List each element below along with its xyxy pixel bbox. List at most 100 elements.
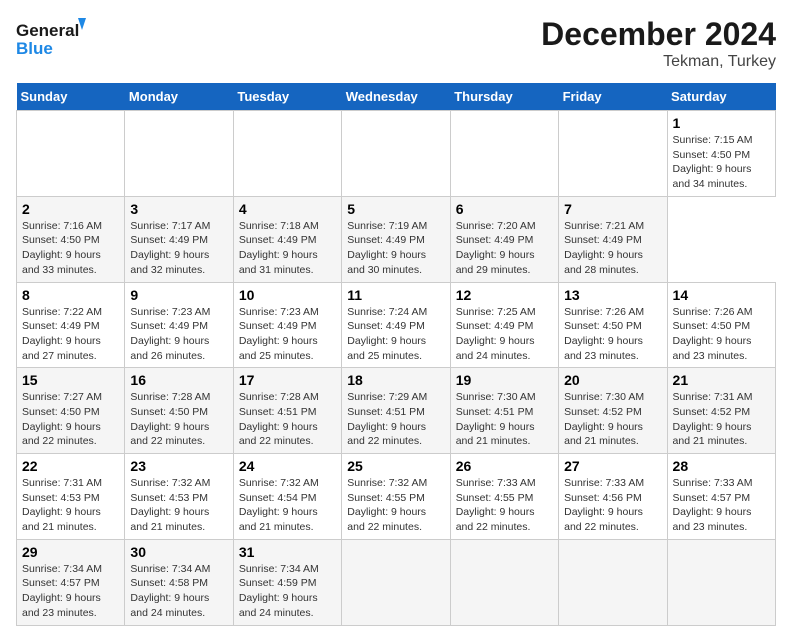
- empty-cell: [342, 539, 450, 625]
- calendar-week-4: 15 Sunrise: 7:27 AMSunset: 4:50 PMDaylig…: [17, 368, 776, 454]
- day-number: 16: [130, 372, 227, 388]
- empty-cell: [233, 111, 341, 197]
- day-number: 9: [130, 287, 227, 303]
- day-number: 5: [347, 201, 444, 217]
- day-header-wednesday: Wednesday: [342, 83, 450, 111]
- day-cell-5: 5 Sunrise: 7:19 AMSunset: 4:49 PMDayligh…: [342, 196, 450, 282]
- day-cell-7: 7 Sunrise: 7:21 AMSunset: 4:49 PMDayligh…: [559, 196, 667, 282]
- day-cell-17: 17 Sunrise: 7:28 AMSunset: 4:51 PMDaylig…: [233, 368, 341, 454]
- day-info: Sunrise: 7:26 AMSunset: 4:50 PMDaylight:…: [673, 306, 753, 362]
- day-headers: SundayMondayTuesdayWednesdayThursdayFrid…: [17, 83, 776, 111]
- day-number: 26: [456, 458, 553, 474]
- day-cell-16: 16 Sunrise: 7:28 AMSunset: 4:50 PMDaylig…: [125, 368, 233, 454]
- day-number: 31: [239, 544, 336, 560]
- day-info: Sunrise: 7:19 AMSunset: 4:49 PMDaylight:…: [347, 220, 427, 276]
- location: Tekman, Turkey: [541, 53, 776, 71]
- day-info: Sunrise: 7:23 AMSunset: 4:49 PMDaylight:…: [130, 306, 210, 362]
- day-header-tuesday: Tuesday: [233, 83, 341, 111]
- day-info: Sunrise: 7:26 AMSunset: 4:50 PMDaylight:…: [564, 306, 644, 362]
- day-number: 28: [673, 458, 770, 474]
- calendar-week-1: 1 Sunrise: 7:15 AMSunset: 4:50 PMDayligh…: [17, 111, 776, 197]
- logo: General Blue: [16, 16, 86, 66]
- day-cell-6: 6 Sunrise: 7:20 AMSunset: 4:49 PMDayligh…: [450, 196, 558, 282]
- day-info: Sunrise: 7:32 AMSunset: 4:53 PMDaylight:…: [130, 477, 210, 533]
- day-info: Sunrise: 7:22 AMSunset: 4:49 PMDaylight:…: [22, 306, 102, 362]
- day-info: Sunrise: 7:28 AMSunset: 4:50 PMDaylight:…: [130, 391, 210, 447]
- day-cell-11: 11 Sunrise: 7:24 AMSunset: 4:49 PMDaylig…: [342, 282, 450, 368]
- day-number: 12: [456, 287, 553, 303]
- day-info: Sunrise: 7:30 AMSunset: 4:52 PMDaylight:…: [564, 391, 644, 447]
- empty-cell: [17, 111, 125, 197]
- day-number: 2: [22, 201, 119, 217]
- empty-cell: [450, 539, 558, 625]
- day-cell-20: 20 Sunrise: 7:30 AMSunset: 4:52 PMDaylig…: [559, 368, 667, 454]
- day-cell-22: 22 Sunrise: 7:31 AMSunset: 4:53 PMDaylig…: [17, 454, 125, 540]
- day-cell-25: 25 Sunrise: 7:32 AMSunset: 4:55 PMDaylig…: [342, 454, 450, 540]
- empty-cell: [559, 539, 667, 625]
- svg-text:General: General: [16, 21, 79, 40]
- day-info: Sunrise: 7:34 AMSunset: 4:57 PMDaylight:…: [22, 563, 102, 619]
- day-info: Sunrise: 7:28 AMSunset: 4:51 PMDaylight:…: [239, 391, 319, 447]
- day-number: 14: [673, 287, 770, 303]
- calendar-week-5: 22 Sunrise: 7:31 AMSunset: 4:53 PMDaylig…: [17, 454, 776, 540]
- day-number: 13: [564, 287, 661, 303]
- day-cell-26: 26 Sunrise: 7:33 AMSunset: 4:55 PMDaylig…: [450, 454, 558, 540]
- empty-cell: [342, 111, 450, 197]
- day-cell-24: 24 Sunrise: 7:32 AMSunset: 4:54 PMDaylig…: [233, 454, 341, 540]
- day-cell-13: 13 Sunrise: 7:26 AMSunset: 4:50 PMDaylig…: [559, 282, 667, 368]
- day-cell-23: 23 Sunrise: 7:32 AMSunset: 4:53 PMDaylig…: [125, 454, 233, 540]
- day-info: Sunrise: 7:21 AMSunset: 4:49 PMDaylight:…: [564, 220, 644, 276]
- day-cell-12: 12 Sunrise: 7:25 AMSunset: 4:49 PMDaylig…: [450, 282, 558, 368]
- day-cell-4: 4 Sunrise: 7:18 AMSunset: 4:49 PMDayligh…: [233, 196, 341, 282]
- day-number: 18: [347, 372, 444, 388]
- empty-cell: [559, 111, 667, 197]
- day-cell-19: 19 Sunrise: 7:30 AMSunset: 4:51 PMDaylig…: [450, 368, 558, 454]
- logo-svg: General Blue: [16, 16, 86, 66]
- day-info: Sunrise: 7:33 AMSunset: 4:55 PMDaylight:…: [456, 477, 536, 533]
- svg-text:Blue: Blue: [16, 39, 53, 58]
- day-number: 27: [564, 458, 661, 474]
- day-info: Sunrise: 7:31 AMSunset: 4:52 PMDaylight:…: [673, 391, 753, 447]
- day-number: 10: [239, 287, 336, 303]
- day-number: 15: [22, 372, 119, 388]
- day-info: Sunrise: 7:29 AMSunset: 4:51 PMDaylight:…: [347, 391, 427, 447]
- day-number: 19: [456, 372, 553, 388]
- day-number: 25: [347, 458, 444, 474]
- day-number: 11: [347, 287, 444, 303]
- day-info: Sunrise: 7:27 AMSunset: 4:50 PMDaylight:…: [22, 391, 102, 447]
- calendar-week-2: 2 Sunrise: 7:16 AMSunset: 4:50 PMDayligh…: [17, 196, 776, 282]
- day-number: 3: [130, 201, 227, 217]
- day-cell-1: 1 Sunrise: 7:15 AMSunset: 4:50 PMDayligh…: [667, 111, 775, 197]
- day-info: Sunrise: 7:18 AMSunset: 4:49 PMDaylight:…: [239, 220, 319, 276]
- calendar-week-3: 8 Sunrise: 7:22 AMSunset: 4:49 PMDayligh…: [17, 282, 776, 368]
- day-info: Sunrise: 7:33 AMSunset: 4:56 PMDaylight:…: [564, 477, 644, 533]
- day-info: Sunrise: 7:23 AMSunset: 4:49 PMDaylight:…: [239, 306, 319, 362]
- day-number: 22: [22, 458, 119, 474]
- day-cell-31: 31 Sunrise: 7:34 AMSunset: 4:59 PMDaylig…: [233, 539, 341, 625]
- day-cell-3: 3 Sunrise: 7:17 AMSunset: 4:49 PMDayligh…: [125, 196, 233, 282]
- day-info: Sunrise: 7:31 AMSunset: 4:53 PMDaylight:…: [22, 477, 102, 533]
- day-info: Sunrise: 7:34 AMSunset: 4:58 PMDaylight:…: [130, 563, 210, 619]
- day-info: Sunrise: 7:24 AMSunset: 4:49 PMDaylight:…: [347, 306, 427, 362]
- day-info: Sunrise: 7:34 AMSunset: 4:59 PMDaylight:…: [239, 563, 319, 619]
- day-cell-15: 15 Sunrise: 7:27 AMSunset: 4:50 PMDaylig…: [17, 368, 125, 454]
- day-info: Sunrise: 7:16 AMSunset: 4:50 PMDaylight:…: [22, 220, 102, 276]
- title-block: December 2024 Tekman, Turkey: [541, 16, 776, 71]
- day-number: 8: [22, 287, 119, 303]
- day-header-saturday: Saturday: [667, 83, 775, 111]
- empty-cell: [667, 539, 775, 625]
- day-cell-30: 30 Sunrise: 7:34 AMSunset: 4:58 PMDaylig…: [125, 539, 233, 625]
- day-number: 29: [22, 544, 119, 560]
- day-info: Sunrise: 7:15 AMSunset: 4:50 PMDaylight:…: [673, 134, 753, 190]
- day-header-monday: Monday: [125, 83, 233, 111]
- day-cell-28: 28 Sunrise: 7:33 AMSunset: 4:57 PMDaylig…: [667, 454, 775, 540]
- day-number: 4: [239, 201, 336, 217]
- day-info: Sunrise: 7:30 AMSunset: 4:51 PMDaylight:…: [456, 391, 536, 447]
- month-title: December 2024: [541, 16, 776, 53]
- day-cell-29: 29 Sunrise: 7:34 AMSunset: 4:57 PMDaylig…: [17, 539, 125, 625]
- day-number: 6: [456, 201, 553, 217]
- day-info: Sunrise: 7:25 AMSunset: 4:49 PMDaylight:…: [456, 306, 536, 362]
- day-cell-2: 2 Sunrise: 7:16 AMSunset: 4:50 PMDayligh…: [17, 196, 125, 282]
- day-cell-14: 14 Sunrise: 7:26 AMSunset: 4:50 PMDaylig…: [667, 282, 775, 368]
- day-number: 20: [564, 372, 661, 388]
